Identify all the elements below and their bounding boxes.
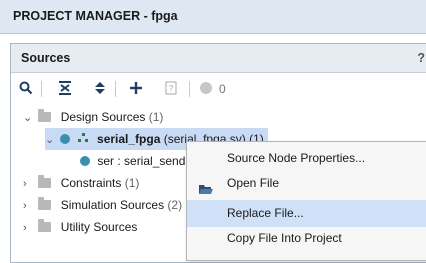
- top-module-name: serial_fpga: [97, 132, 161, 146]
- tree-node-count: (1): [124, 176, 140, 190]
- folder-icon: [38, 175, 52, 188]
- tree-node-count: (2): [167, 198, 183, 212]
- expand-all-icon[interactable]: [89, 78, 111, 98]
- context-menu: Source Node Properties... Open File Repl…: [186, 141, 426, 261]
- toolbar-separator: [41, 81, 42, 97]
- module-dot-icon: [60, 134, 71, 144]
- tree-node-label: Simulation Sources: [60, 198, 165, 212]
- chevron-right-icon[interactable]: ›: [23, 173, 35, 195]
- tree-node-constraints[interactable]: › Constraints (1): [23, 172, 139, 194]
- chevron-right-icon[interactable]: ›: [23, 217, 35, 239]
- svg-text:?: ?: [169, 84, 174, 93]
- chevron-down-icon[interactable]: ⌄: [45, 129, 57, 151]
- sources-panel-header: Sources ?: [11, 44, 426, 73]
- tree-node-utility-sources[interactable]: › Utility Sources: [23, 216, 137, 238]
- menu-item-open-file[interactable]: Open File: [187, 170, 426, 197]
- toolbar-separator: [115, 81, 116, 97]
- toolbar-separator: [189, 81, 190, 97]
- project-manager-title-bar: PROJECT MANAGER - fpga: [0, 0, 426, 34]
- status-count: 0: [219, 82, 226, 96]
- tree-node-simulation-sources[interactable]: › Simulation Sources (2): [23, 194, 182, 216]
- status-dot-icon: [195, 78, 217, 98]
- menu-item-source-node-properties[interactable]: Source Node Properties...: [187, 145, 426, 172]
- menu-item-label: Copy File Into Project: [227, 231, 342, 245]
- properties-icon[interactable]: ?: [160, 78, 182, 98]
- tree-node-label: Design Sources: [60, 110, 146, 124]
- tree-node-count: (1): [148, 110, 164, 124]
- search-icon[interactable]: [15, 78, 37, 98]
- folder-open-icon: [199, 178, 213, 194]
- menu-item-label: Source Node Properties...: [227, 151, 366, 165]
- help-icon[interactable]: ?: [417, 51, 425, 65]
- tree-node-label: Constraints: [60, 176, 122, 190]
- panel-title: Sources: [21, 51, 71, 65]
- collapse-all-icon[interactable]: [54, 78, 76, 98]
- chevron-right-icon[interactable]: ›: [23, 195, 35, 217]
- window-title: PROJECT MANAGER - fpga: [13, 9, 178, 23]
- tree-node-label: Utility Sources: [60, 220, 138, 234]
- chevron-down-icon[interactable]: ⌄: [23, 107, 35, 129]
- menu-item-replace-file[interactable]: Replace File...: [187, 200, 426, 227]
- tree-node-design-sources[interactable]: ⌄ Design Sources (1): [23, 106, 163, 128]
- folder-icon: [38, 219, 52, 232]
- menu-item-label: Replace File...: [227, 206, 304, 220]
- folder-icon: [38, 109, 52, 122]
- hierarchy-icon: [77, 128, 90, 150]
- menu-item-label: Open File: [227, 176, 280, 190]
- add-icon[interactable]: [125, 78, 147, 98]
- tree-node-label: ser : serial_send: [97, 154, 186, 168]
- sources-toolbar: ? 0: [11, 73, 426, 103]
- folder-icon: [38, 197, 52, 210]
- tree-node-ser[interactable]: ser : serial_send: [80, 150, 185, 172]
- module-dot-icon: [80, 156, 90, 166]
- menu-item-copy-file-into-project[interactable]: Copy File Into Project: [187, 225, 426, 252]
